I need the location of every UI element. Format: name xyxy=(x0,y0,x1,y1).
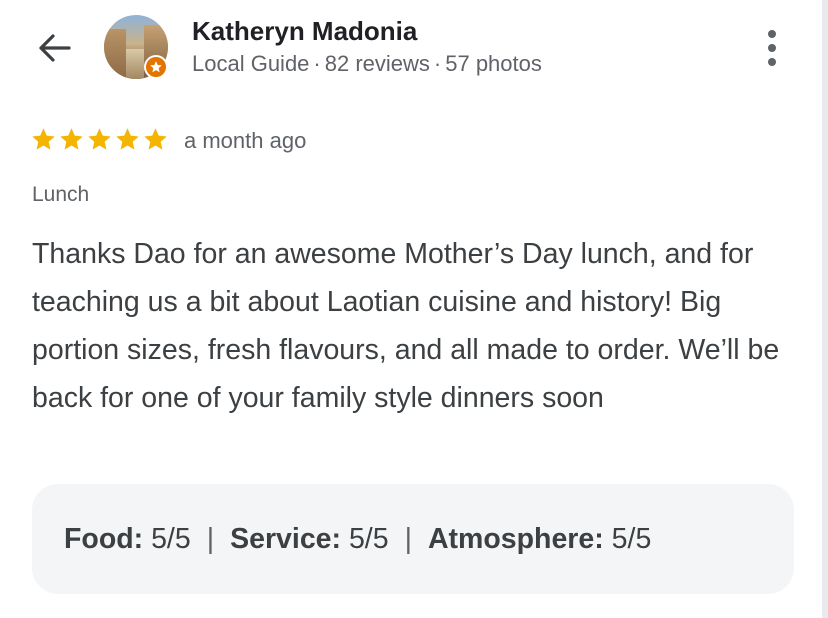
star-icon xyxy=(32,128,55,150)
review-time: a month ago xyxy=(184,128,307,153)
star-icon xyxy=(144,128,167,150)
ratings-separator: | xyxy=(404,522,412,555)
star-icon xyxy=(116,128,139,150)
service-rating-value: 5/5 xyxy=(348,522,389,555)
atmosphere-rating-value: 5/5 xyxy=(611,522,652,555)
food-rating-label: Food: xyxy=(64,522,144,555)
atmosphere-rating-label: Atmosphere: xyxy=(427,522,604,555)
local-guide-badge-icon xyxy=(144,55,168,79)
aspect-ratings: Food: 5/5 | Service: 5/5 | Atmosphere: 5… xyxy=(32,484,794,594)
star-icon xyxy=(60,128,83,150)
service-rating-label: Service: xyxy=(230,522,342,555)
back-button[interactable] xyxy=(34,28,74,68)
scrollbar-track[interactable] xyxy=(822,0,828,618)
food-rating-value: 5/5 xyxy=(151,522,191,555)
reviewer-meta: Local Guide · 82 reviews · 57 photos xyxy=(192,51,542,77)
meta-separator: · xyxy=(433,51,442,76)
review-text: Thanks Dao for an awesome Mother’s Day l… xyxy=(32,238,780,414)
review-detail-page: Katheryn Madonia Local Guide · 82 reviews ·… xyxy=(0,0,828,618)
ratings-separator: | xyxy=(206,522,215,555)
more-vert-icon xyxy=(768,30,776,38)
reviewer-name[interactable]: Katheryn Madonia xyxy=(192,16,417,47)
star-icon xyxy=(88,128,111,150)
meta-separator: · xyxy=(313,51,321,76)
meal-type: Lunch xyxy=(32,183,90,206)
star-rating xyxy=(30,126,169,153)
more-options-button[interactable] xyxy=(752,26,792,70)
reviewer-level: Local Guide xyxy=(192,51,310,76)
reviewer-avatar-container[interactable] xyxy=(104,15,168,79)
arrow-back-icon xyxy=(39,34,71,62)
reviewer-review-count: 82 reviews xyxy=(324,51,430,76)
reviewer-photo-count: 57 photos xyxy=(445,51,542,76)
